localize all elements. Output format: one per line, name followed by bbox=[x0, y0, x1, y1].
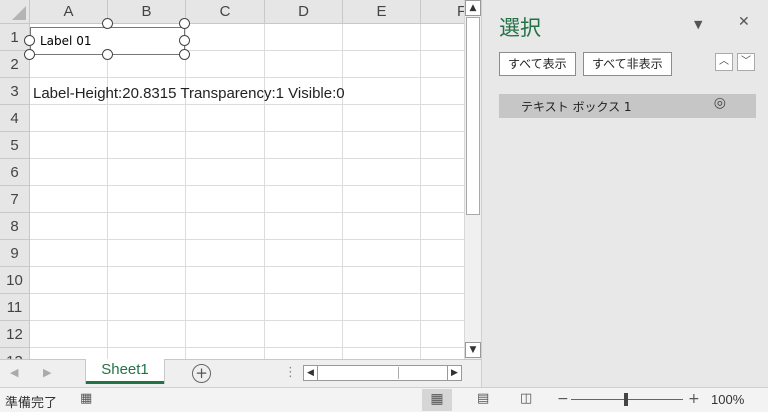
status-bar: 準備完了 ▦ ▦ ▤ ◫ − + 100% bbox=[0, 387, 768, 412]
scroll-down-button[interactable]: ▼ bbox=[465, 342, 481, 358]
row-header-11[interactable]: 11 bbox=[0, 294, 30, 321]
resize-handle-middle-right[interactable] bbox=[179, 35, 190, 46]
gridline bbox=[185, 24, 186, 359]
zoom-out-button[interactable]: − bbox=[557, 391, 569, 407]
gridline bbox=[30, 158, 464, 159]
row-header-10[interactable]: 10 bbox=[0, 267, 30, 294]
row-header-4[interactable]: 4 bbox=[0, 105, 30, 132]
chevron-down-icon: ﹀ bbox=[741, 56, 751, 67]
zoom-level[interactable]: 100% bbox=[711, 392, 744, 407]
vertical-scroll-thumb[interactable] bbox=[466, 17, 480, 215]
resize-handle-bottom-middle[interactable] bbox=[102, 49, 113, 60]
eye-icon[interactable]: ◎ bbox=[714, 95, 726, 111]
bring-forward-button[interactable]: ︿ bbox=[715, 53, 733, 71]
row-header-9[interactable]: 9 bbox=[0, 240, 30, 267]
zoom-in-button[interactable]: + bbox=[688, 391, 700, 407]
row-header-3[interactable]: 3 bbox=[0, 78, 30, 105]
pane-item-textbox-1[interactable]: テキスト ボックス 1 ◎ bbox=[499, 94, 756, 118]
resize-handle-bottom-left[interactable] bbox=[24, 49, 35, 60]
row-header-13[interactable]: 13 bbox=[0, 348, 30, 359]
row-header-12[interactable]: 12 bbox=[0, 321, 30, 348]
scroll-left-button[interactable]: ◀ bbox=[303, 365, 318, 381]
resize-handle-middle-left[interactable] bbox=[24, 35, 35, 46]
selection-pane: 選択 ▼ ✕ すべて表示 すべて非表示 ︿ ﹀ テキスト ボックス 1 ◎ bbox=[481, 0, 768, 387]
resize-handle-top-middle[interactable] bbox=[102, 18, 113, 29]
gridline bbox=[107, 24, 108, 359]
row-header-5[interactable]: 5 bbox=[0, 132, 30, 159]
pane-title: 選択 bbox=[499, 16, 541, 40]
hide-all-button[interactable]: すべて非表示 bbox=[583, 52, 672, 76]
column-header-c[interactable]: C bbox=[186, 0, 265, 24]
gridline bbox=[30, 320, 464, 321]
triangle-right-icon: ▶ bbox=[451, 368, 458, 378]
horizontal-scroll-thumb[interactable] bbox=[319, 367, 399, 379]
close-icon[interactable]: ✕ bbox=[738, 14, 750, 30]
tab-scroll-right-icon[interactable]: ▶ bbox=[43, 366, 51, 379]
column-header-e[interactable]: E bbox=[343, 0, 421, 24]
show-all-button[interactable]: すべて表示 bbox=[499, 52, 576, 76]
send-backward-button[interactable]: ﹀ bbox=[737, 53, 755, 71]
zoom-slider-knob[interactable] bbox=[624, 393, 628, 406]
status-ready-text: 準備完了 bbox=[5, 396, 58, 411]
triangle-left-icon: ◀ bbox=[307, 368, 314, 378]
view-normal-button[interactable]: ▦ bbox=[422, 389, 452, 411]
gridline bbox=[30, 185, 464, 186]
column-header-a[interactable]: A bbox=[30, 0, 108, 24]
column-header-f[interactable]: F bbox=[421, 0, 464, 24]
pane-item-label: テキスト ボックス 1 bbox=[521, 100, 632, 114]
row-header-7[interactable]: 7 bbox=[0, 186, 30, 213]
tab-split-handle[interactable]: ⋮ bbox=[284, 365, 297, 380]
grid-view-icon: ▦ bbox=[430, 391, 444, 407]
vertical-scrollbar[interactable]: ▲ ▼ bbox=[464, 0, 481, 359]
pane-options-dropdown-icon[interactable]: ▼ bbox=[694, 18, 702, 31]
plus-circle-icon[interactable]: + bbox=[192, 364, 211, 383]
page-layout-view-icon[interactable]: ▤ bbox=[477, 391, 489, 406]
gridline bbox=[30, 131, 464, 132]
select-all-corner[interactable] bbox=[0, 0, 30, 24]
gridline bbox=[264, 24, 265, 359]
scroll-right-button[interactable]: ▶ bbox=[447, 365, 462, 381]
gridline bbox=[30, 266, 464, 267]
column-header-d[interactable]: D bbox=[265, 0, 343, 24]
gridline bbox=[420, 24, 421, 359]
triangle-up-icon: ▲ bbox=[469, 3, 477, 13]
gridline bbox=[30, 347, 464, 348]
gridline bbox=[30, 77, 464, 78]
chevron-up-icon: ︿ bbox=[719, 56, 729, 67]
tab-sheet1[interactable]: Sheet1 bbox=[86, 359, 164, 384]
scroll-up-button[interactable]: ▲ bbox=[465, 0, 481, 16]
macro-record-icon[interactable]: ▦ bbox=[80, 391, 92, 406]
horizontal-scrollbar[interactable]: ◀ ▶ bbox=[303, 365, 462, 381]
sheet-tabs-bar: ◀ ▶ Sheet1 + ⋮ ◀ ▶ bbox=[0, 359, 481, 387]
worksheet-grid[interactable]: A B C D E F 1 2 3 4 5 6 7 8 9 10 11 12 1… bbox=[0, 0, 464, 359]
resize-handle-top-right[interactable] bbox=[179, 18, 190, 29]
cell-a3-text[interactable]: Label-Height:20.8315 Transparency:1 Visi… bbox=[33, 80, 345, 107]
page-break-preview-icon[interactable]: ◫ bbox=[520, 391, 532, 406]
triangle-down-icon: ▼ bbox=[469, 345, 477, 355]
label-control-text: Label 01 bbox=[40, 34, 92, 48]
gridline bbox=[342, 24, 343, 359]
gridline bbox=[30, 239, 464, 240]
gridline bbox=[30, 293, 464, 294]
select-all-triangle bbox=[12, 6, 26, 20]
tab-scroll-left-icon[interactable]: ◀ bbox=[10, 366, 18, 379]
column-header-b[interactable]: B bbox=[108, 0, 186, 24]
row-header-8[interactable]: 8 bbox=[0, 213, 30, 240]
resize-handle-bottom-right[interactable] bbox=[179, 49, 190, 60]
row-header-6[interactable]: 6 bbox=[0, 159, 30, 186]
gridline bbox=[30, 212, 464, 213]
